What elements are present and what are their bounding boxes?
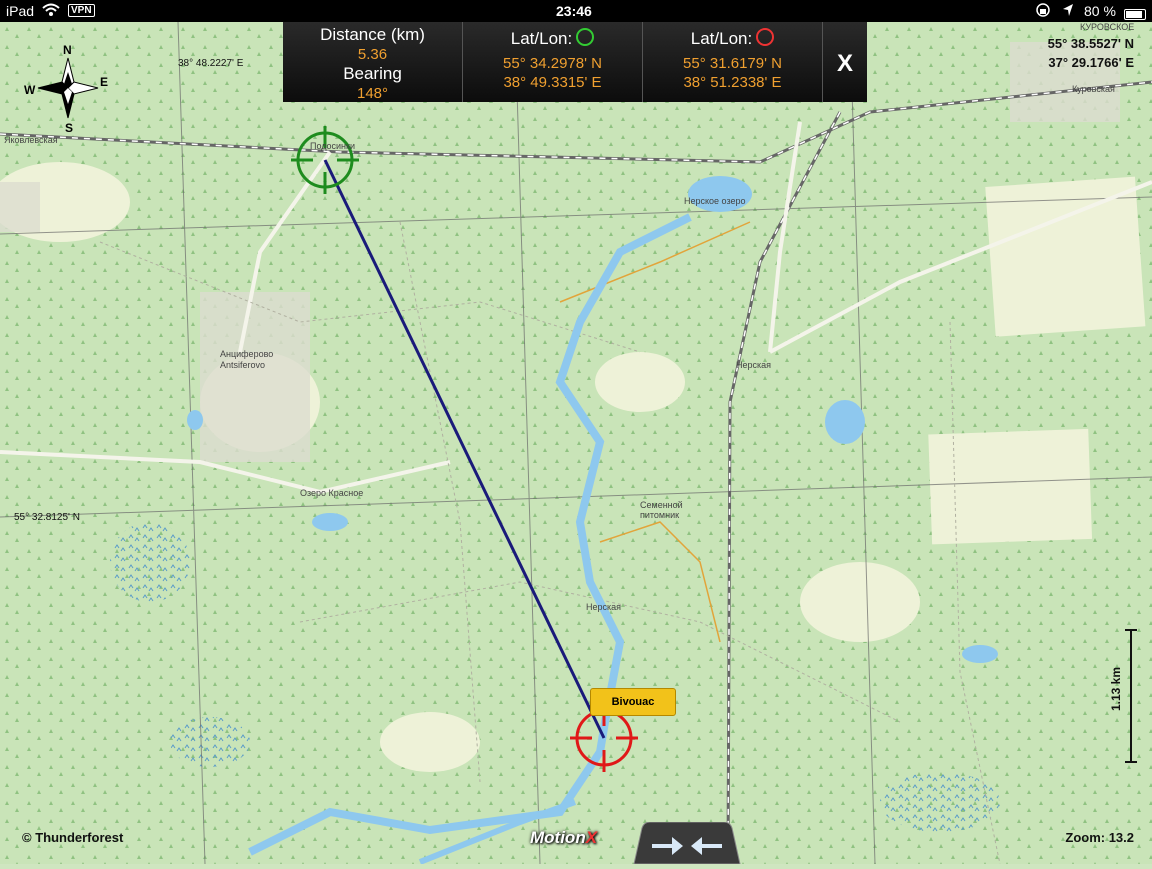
map-label-yakovlevskaya: Яковлевская [4, 135, 58, 145]
vpn-badge: VPN [68, 4, 95, 17]
green-crosshair-icon [576, 28, 595, 46]
grid-label-latitude: 55° 32.8125' N [14, 512, 80, 523]
current-lat: 55° 38.5527' N [1047, 36, 1134, 51]
scale-bar: 1.13 km [1109, 628, 1142, 764]
compass-s: S [65, 121, 73, 135]
wifi-icon [42, 3, 60, 20]
start-latlon-title: Lat/Lon: [510, 29, 573, 48]
current-lon: 37° 29.1766' E [1048, 55, 1134, 70]
end-lat: 55° 31.6179' N [683, 55, 782, 72]
map-label-nerskaya-station: Нерская [736, 360, 772, 370]
start-lat: 55° 34.2978' N [503, 55, 602, 72]
map-label-ozero-krasnoe: Озеро Красное [300, 488, 364, 498]
bearing-title: Bearing [343, 64, 402, 83]
battery-percent: 80 % [1084, 3, 1116, 19]
compass-n: N [63, 43, 72, 57]
zoom-level: Zoom: 13.2 [1065, 830, 1134, 845]
location-arrow-icon [1062, 3, 1074, 20]
close-button[interactable]: X [823, 22, 867, 102]
device-name: iPad [6, 3, 35, 19]
rotation-lock-icon [1036, 3, 1050, 20]
status-bar: iPad VPN 23:46 80 % [0, 0, 1152, 22]
clock: 23:46 [556, 3, 592, 19]
motionx-logo: MotionX [530, 828, 597, 848]
map-label-kurovskaya: Куровская [1072, 84, 1115, 94]
distance-value: 5.36 [357, 46, 388, 63]
distance-bearing-panel: Distance (km) 5.36 Bearing 148° [283, 22, 463, 102]
scale-label: 1.13 km [1109, 666, 1124, 712]
red-crosshair-icon [756, 28, 775, 46]
map-canvas[interactable] [0, 22, 1152, 864]
map-label-antsiferovo: Анциферово [220, 349, 274, 359]
logo-text: Motion [530, 828, 586, 847]
map-label-antsiferovo-en: Antsiferovo [220, 360, 266, 370]
measurement-panel: Distance (km) 5.36 Bearing 148° Lat/Lon:… [283, 22, 867, 102]
bearing-value: 148° [356, 85, 389, 102]
map-label-pitomnik: Семенной питомник [640, 500, 683, 520]
map-label-kurovskoe: КУРОВСКОЕ [1080, 22, 1135, 32]
compass-rose-icon[interactable]: N S W E [20, 40, 116, 136]
compass-w: W [24, 83, 36, 97]
start-point-panel: Lat/Lon: 55° 34.2978' N 38° 49.3315' E [463, 22, 643, 102]
grid-label-longitude: 38° 48.2227' E [178, 58, 244, 69]
compass-e: E [100, 75, 108, 89]
start-lon: 38° 49.3315' E [503, 74, 602, 91]
end-point-panel: Lat/Lon: 55° 31.6179' N 38° 51.2338' E [643, 22, 823, 102]
map-label-podosinki: Подосинки [310, 141, 355, 151]
end-latlon-title: Lat/Lon: [690, 29, 753, 48]
logo-x: X [585, 828, 598, 847]
map-view[interactable]: Подосинки Яковлевская Анциферово Antsife… [0, 22, 1152, 864]
map-label-nerskaya-river: Нерская [586, 602, 622, 612]
map-label-nerskoe-ozero: Нерское озеро [684, 196, 746, 206]
end-lon: 38° 51.2338' E [683, 74, 782, 91]
bivouac-waypoint[interactable]: Bivouac [590, 688, 676, 716]
current-position: 55° 38.5527' N 37° 29.1766' E [1048, 34, 1134, 72]
battery-icon [1124, 5, 1146, 21]
distance-title: Distance (km) [320, 25, 425, 44]
swap-arrows-icon[interactable] [628, 821, 746, 865]
map-attribution[interactable]: © Thunderforest [22, 830, 123, 845]
